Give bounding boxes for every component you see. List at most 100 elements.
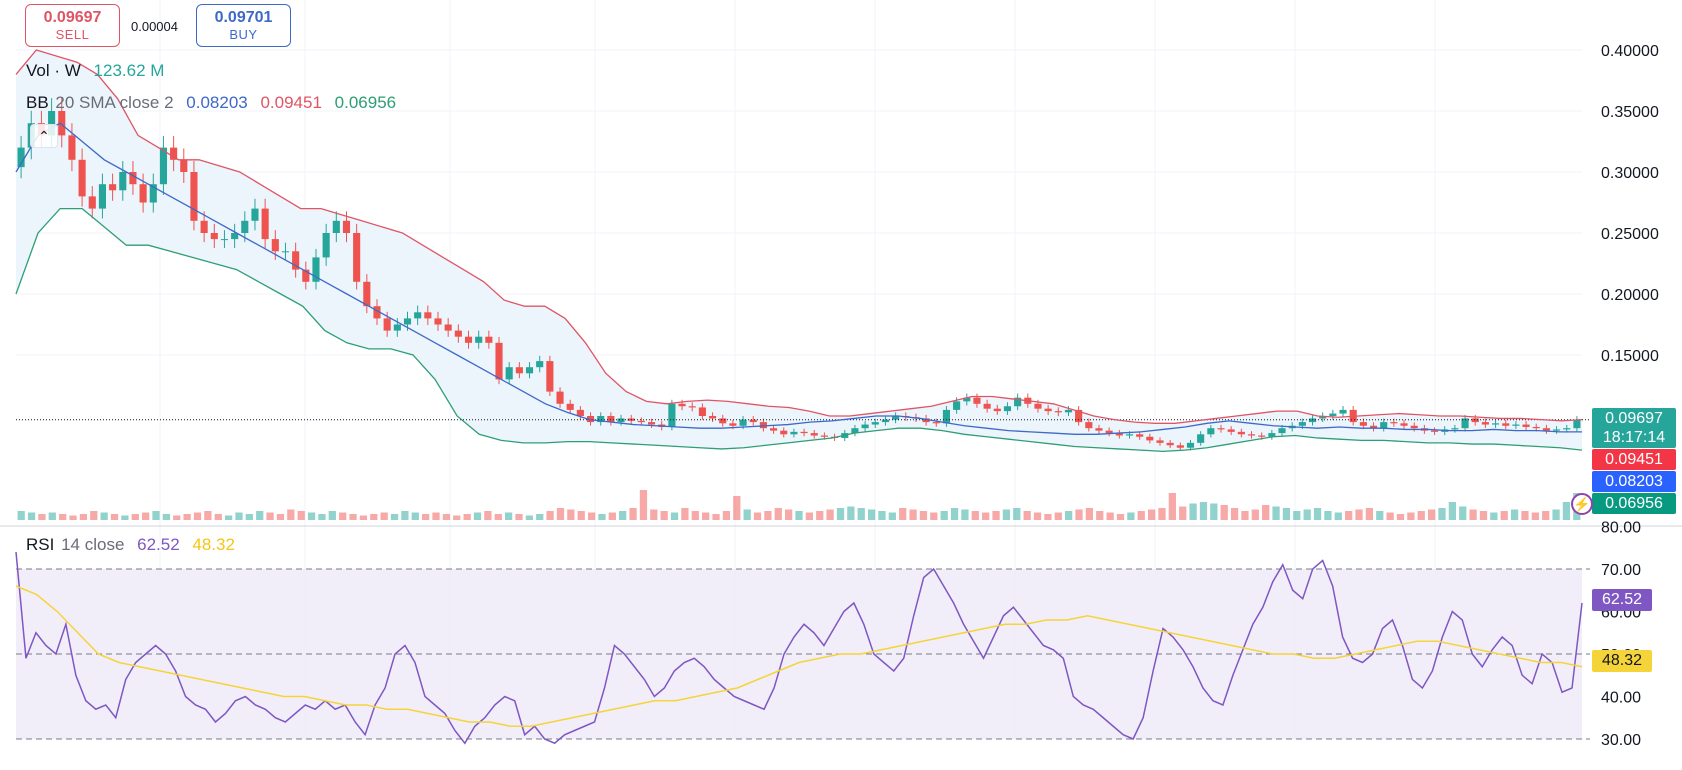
rsi-ma-tag: 48.32 <box>1592 650 1652 672</box>
volume-bar <box>1448 502 1456 520</box>
bb-legend-basis: 0.08203 <box>186 93 248 112</box>
chart-canvas[interactable]: 0.40000 0.35000 0.30000 0.25000 0.20000 0.150… <box>0 0 1682 770</box>
candle-body <box>861 424 869 429</box>
candle-body <box>98 184 106 209</box>
candle-body <box>353 233 361 282</box>
candle-body <box>200 220 208 233</box>
candle-body <box>525 367 534 374</box>
volume-bar <box>1002 509 1011 520</box>
candle-body <box>617 418 625 423</box>
price-axis[interactable]: 0.40000 0.35000 0.30000 0.25000 0.20000 0.150… <box>1601 43 1659 749</box>
volume-bar <box>1054 512 1062 520</box>
bb-upper-tag: 0.09451 <box>1592 449 1676 470</box>
volume-bar <box>515 514 523 520</box>
bb-basis-line <box>15 122 1582 435</box>
volume-bar <box>318 514 326 520</box>
candle-body <box>1451 428 1459 430</box>
volume-bar <box>722 511 731 520</box>
volume-bar <box>847 506 855 520</box>
volume-bar <box>494 514 502 520</box>
bb-legend-upper: 0.09451 <box>260 93 322 112</box>
volume-bar <box>826 509 834 520</box>
candle-body <box>1217 428 1225 430</box>
volume-bar <box>1355 509 1363 520</box>
candle-body <box>668 403 676 427</box>
volume-bar <box>1075 509 1083 520</box>
buy-button[interactable]: 0.09701 BUY <box>196 4 291 47</box>
lightning-icon[interactable]: ⚡ <box>1571 493 1593 515</box>
volume-bar <box>805 512 814 520</box>
volume-bar <box>17 511 25 520</box>
candle-body <box>1278 428 1286 434</box>
volume-bar <box>950 508 959 520</box>
volume-bar <box>287 509 295 520</box>
candle-body <box>647 422 656 425</box>
volume-bar <box>764 511 772 520</box>
volume-bar <box>598 514 606 520</box>
candle-body <box>1227 429 1235 432</box>
candle-body <box>220 239 229 241</box>
volume-bar <box>816 511 824 520</box>
volume-bar <box>152 511 160 520</box>
candle-body <box>1095 428 1103 431</box>
rsi-tick-label: 70.00 <box>1601 562 1641 579</box>
volume-bar <box>328 511 336 520</box>
volume-bar <box>1427 509 1436 520</box>
sell-button[interactable]: 0.09697 SELL <box>25 4 120 47</box>
candle-body <box>1339 409 1347 414</box>
candle-body <box>810 433 818 436</box>
volume-bar <box>442 514 451 520</box>
candle-body <box>444 324 452 331</box>
volume-bar <box>110 514 119 520</box>
candle-body <box>1237 431 1245 435</box>
volume-bar <box>1510 509 1519 520</box>
candle-body <box>1085 422 1093 429</box>
candle-body <box>1390 422 1398 424</box>
volume-bar <box>1396 514 1405 520</box>
volume-bar <box>536 514 544 520</box>
price-tick-label: 0.35000 <box>1601 104 1659 121</box>
candle-body <box>414 312 422 319</box>
candle-body <box>109 184 117 191</box>
candle-body <box>546 361 554 392</box>
candle-body <box>973 397 981 404</box>
volume-legend[interactable]: Vol · W 123.62 M <box>26 61 172 81</box>
volume-bar <box>712 514 720 520</box>
rsi-tick-label: 40.00 <box>1601 690 1641 707</box>
candle-body <box>403 318 412 325</box>
volume-bar <box>940 511 948 520</box>
volume-bar <box>79 514 88 520</box>
volume-bar <box>411 512 419 520</box>
volume-bar <box>1272 506 1280 520</box>
price-tick-label: 0.25000 <box>1601 226 1659 243</box>
volume-bar <box>142 512 150 520</box>
candle-body <box>932 422 940 424</box>
candle-body <box>1186 442 1195 448</box>
rsi-legend[interactable]: RSI 14 close 62.52 48.32 <box>26 535 243 555</box>
bb-basis-tag: 0.08203 <box>1592 471 1676 492</box>
candle-body <box>485 336 493 343</box>
spread-value: 0.00004 <box>131 19 178 34</box>
candle-body <box>1125 434 1134 436</box>
volume-bar <box>1521 511 1529 520</box>
candle-body <box>424 312 432 319</box>
candle-body <box>1258 435 1266 437</box>
collapse-legend-button[interactable]: ⌃ <box>30 124 58 148</box>
bb-legend-name: BB <box>26 93 49 112</box>
volume-bar <box>1282 508 1291 520</box>
candle-body <box>190 172 198 221</box>
volume-bar <box>1168 493 1176 520</box>
volume-bar <box>1562 502 1571 520</box>
candle-body <box>281 251 290 253</box>
volume-bar <box>971 511 979 520</box>
candle-body <box>1400 423 1408 426</box>
bb-legend[interactable]: BB 20 SMA close 2 0.08203 0.09451 0.0695… <box>26 93 404 113</box>
candle-body <box>271 239 279 252</box>
volume-bar <box>1241 511 1249 520</box>
volume-bar <box>1116 514 1125 520</box>
volume-bar <box>1220 505 1228 520</box>
candle-body <box>1532 426 1540 429</box>
candle-body <box>210 233 218 240</box>
bar-countdown: 18:17:14 <box>1602 429 1666 446</box>
volume-bar <box>1044 514 1052 520</box>
